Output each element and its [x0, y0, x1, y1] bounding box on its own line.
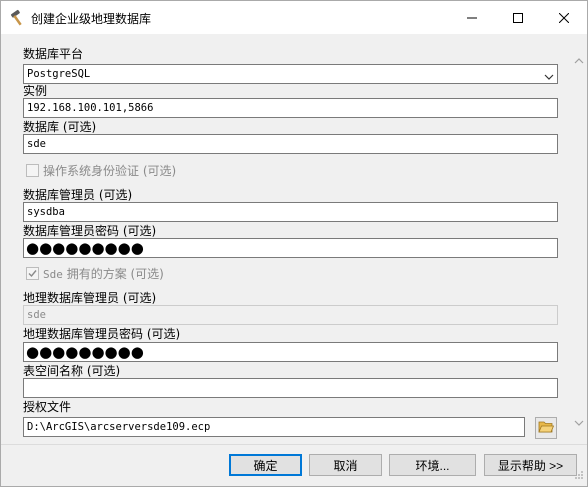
instance-label: 实例: [23, 84, 48, 98]
maximize-button[interactable]: [495, 1, 541, 34]
tablespace-input[interactable]: [23, 378, 558, 398]
tablespace-label: 表空间名称 (可选): [23, 364, 121, 378]
resize-grip-icon[interactable]: [574, 469, 584, 483]
hammer-icon: [9, 9, 27, 27]
db-admin-label: 数据库管理员 (可选): [23, 188, 133, 202]
ok-button[interactable]: 确定: [229, 454, 302, 476]
platform-label: 数据库平台: [23, 47, 84, 61]
database-input[interactable]: sde: [23, 134, 558, 154]
vertical-scrollbar[interactable]: [571, 34, 587, 444]
sde-schema-checkbox-row[interactable]: Sde 拥有的方案 (可选): [26, 265, 164, 281]
window-title: 创建企业级地理数据库: [31, 12, 152, 26]
os-auth-checkbox[interactable]: [26, 163, 39, 177]
environments-button[interactable]: 环境...: [389, 454, 476, 476]
sde-schema-label: Sde 拥有的方案 (可选): [43, 265, 164, 282]
db-admin-password-label: 数据库管理员密码 (可选): [23, 224, 157, 238]
db-admin-value: sysdba: [27, 206, 65, 218]
sde-schema-label-prefix: Sde: [43, 267, 63, 281]
browse-button[interactable]: [535, 417, 557, 439]
minimize-button[interactable]: [449, 1, 495, 34]
title-bar[interactable]: 创建企业级地理数据库: [1, 1, 587, 34]
cancel-button[interactable]: 取消: [309, 454, 382, 476]
gdb-admin-input[interactable]: sde: [23, 305, 558, 325]
gdb-admin-label: 地理数据库管理员 (可选): [23, 291, 157, 305]
license-label: 授权文件: [23, 400, 72, 414]
close-button[interactable]: [541, 1, 587, 34]
instance-input[interactable]: 192.168.100.101,5866: [23, 98, 558, 118]
db-admin-input[interactable]: sysdba: [23, 202, 558, 222]
form-area: 数据库平台 PostgreSQL 实例 192.168.100.101,5866…: [1, 34, 587, 444]
scroll-up-icon[interactable]: [574, 54, 584, 68]
sde-schema-label-rest: 拥有的方案 (可选): [62, 266, 164, 281]
db-admin-password-input[interactable]: ●●●●●●●●●: [23, 238, 558, 258]
create-enterprise-geodatabase-dialog: 创建企业级地理数据库 数据库平台 PostgreSQL 实例 192.168.1…: [0, 0, 588, 487]
folder-open-icon: [538, 420, 555, 437]
license-input[interactable]: D:\ArcGIS\arcserversde109.ecp: [23, 417, 525, 437]
sde-schema-checkbox[interactable]: [26, 266, 39, 280]
platform-value: PostgreSQL: [27, 68, 91, 80]
gdb-admin-password-mask: ●●●●●●●●●: [26, 343, 144, 361]
close-icon: [559, 12, 569, 23]
maximize-icon: [513, 12, 523, 23]
minimize-icon: [467, 13, 477, 23]
show-help-button[interactable]: 显示帮助 >>: [484, 454, 577, 476]
instance-value: 192.168.100.101,5866: [27, 102, 154, 114]
gdb-admin-password-label: 地理数据库管理员密码 (可选): [23, 327, 181, 341]
gdb-admin-password-input[interactable]: ●●●●●●●●●: [23, 342, 558, 362]
chevron-down-icon: [544, 70, 554, 84]
database-label: 数据库 (可选): [23, 120, 97, 134]
license-value: D:\ArcGIS\arcserversde109.ecp: [27, 421, 211, 433]
database-value: sde: [27, 138, 46, 150]
platform-select[interactable]: PostgreSQL: [23, 64, 558, 84]
scroll-down-icon[interactable]: [574, 416, 584, 430]
os-auth-label: 操作系统身份验证 (可选): [43, 163, 177, 178]
checkmark-icon: [28, 269, 37, 277]
db-admin-password-mask: ●●●●●●●●●: [26, 239, 144, 257]
os-auth-checkbox-row[interactable]: 操作系统身份验证 (可选): [26, 162, 176, 178]
footer-divider: [1, 444, 587, 445]
gdb-admin-value: sde: [27, 309, 46, 321]
